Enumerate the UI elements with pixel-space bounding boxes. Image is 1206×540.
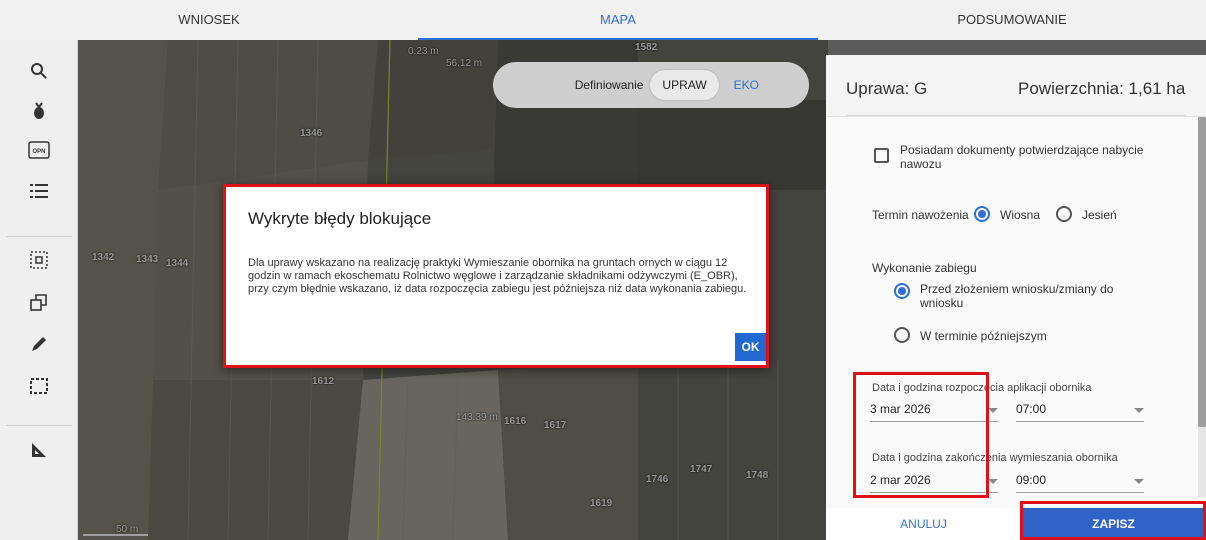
toolbar-divider [6, 425, 72, 426]
pencil-icon[interactable] [26, 331, 52, 357]
start-time-field[interactable]: 07:00 [1016, 402, 1046, 416]
radio-wiosna-label: Wiosna [1000, 208, 1041, 222]
save-button-highlight [1020, 501, 1206, 540]
list-icon[interactable] [26, 178, 52, 204]
crop-icon[interactable] [26, 98, 52, 124]
svg-text:OPN: OPN [32, 149, 45, 155]
radio-pozniej[interactable] [894, 327, 910, 343]
dialog-title: Wykryte błędy blokujące [248, 209, 432, 228]
chevron-down-icon[interactable] [1134, 479, 1144, 484]
dialog-message: Dla uprawy wskazano na realizację prakty… [248, 257, 747, 295]
select-area-icon[interactable] [26, 247, 52, 273]
eko-option[interactable]: EKO [734, 78, 759, 92]
definiowanie-toggle: Definiowanie UPRAW EKO [493, 62, 809, 108]
tab-podsumowanie[interactable]: PODSUMOWANIE [818, 0, 1206, 40]
end-time-field[interactable]: 09:00 [1016, 473, 1046, 487]
measure-icon[interactable] [26, 437, 52, 463]
documents-checkbox-label: Posiadam dokumenty potwierdzające nabyci… [900, 143, 1144, 171]
radio-wiosna[interactable] [974, 206, 990, 222]
documents-checkbox[interactable] [874, 148, 889, 163]
radio-przed[interactable] [894, 283, 910, 299]
chevron-down-icon[interactable] [988, 479, 998, 484]
field-underline [1016, 492, 1144, 493]
crop-panel: Uprawa: G Powierzchnia: 1,61 ha Posiadam… [826, 55, 1206, 540]
dashed-rect-icon[interactable] [26, 373, 52, 399]
tab-wniosek[interactable]: WNIOSEK [0, 0, 418, 40]
ok-button[interactable]: OK [735, 333, 766, 361]
tab-mapa[interactable]: MAPA [418, 0, 818, 40]
radio-jesien[interactable] [1056, 206, 1072, 222]
radio-przed-label: Przed złożeniem wniosku/zmiany do wniosk… [920, 282, 1114, 310]
cancel-button[interactable]: ANULUJ [826, 508, 1021, 540]
wykonanie-label: Wykonanie zabiegu [872, 261, 977, 275]
definiowanie-label: Definiowanie [574, 78, 644, 92]
divider [846, 115, 1186, 116]
copy-shape-icon[interactable] [26, 289, 52, 315]
field-underline [1016, 421, 1144, 422]
opn-icon[interactable]: OPN [26, 137, 52, 163]
upraw-option[interactable]: UPRAW [649, 69, 720, 101]
top-tabs: WNIOSEK MAPA PODSUMOWANIE [0, 0, 1206, 40]
area-label: Powierzchnia: 1,61 ha [1018, 79, 1186, 98]
toolbar-divider [6, 236, 72, 237]
panel-scrollbar[interactable] [1198, 117, 1206, 497]
chevron-down-icon[interactable] [1134, 408, 1144, 413]
map-toolbar: OPN [0, 40, 78, 540]
chevron-down-icon[interactable] [988, 408, 998, 413]
scrollbar-thumb[interactable] [1198, 117, 1206, 427]
termin-label: Termin nawożenia [872, 208, 969, 222]
date-fields-highlight [853, 372, 989, 498]
radio-jesien-label: Jesień [1082, 208, 1117, 222]
panel-header: Uprawa: G Powierzchnia: 1,61 ha [826, 55, 1206, 117]
crop-label: Uprawa: G [846, 79, 928, 98]
radio-pozniej-label: W terminie późniejszym [920, 329, 1047, 343]
search-icon[interactable] [26, 58, 52, 84]
error-dialog: Wykryte błędy blokujące Dla uprawy wskaz… [223, 184, 769, 368]
